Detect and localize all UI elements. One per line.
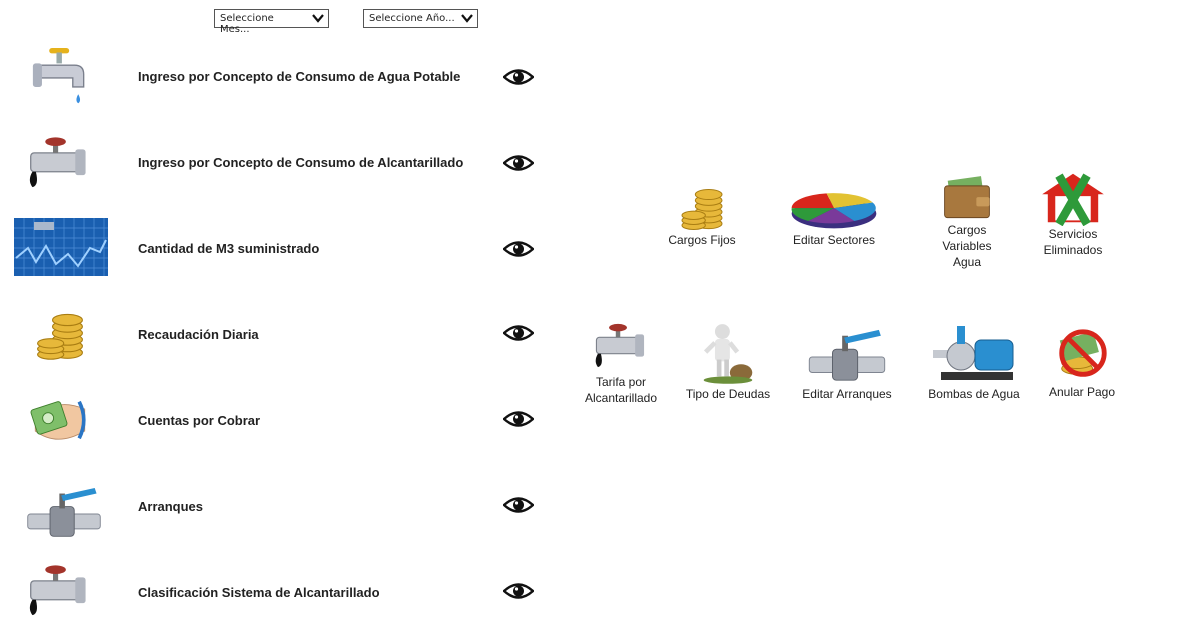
eye-icon[interactable] [503,67,534,87]
report-label: Ingreso por Concepto de Consumo de Alcan… [138,155,464,170]
report-row-clasificacion: Clasificación Sistema de Alcantarillado [0,560,560,630]
report-row-recaudacion: Recaudación Diaria [0,304,560,374]
sewer-pipe-icon [22,134,96,194]
tile-label: Tarifa por Alcantarillado [584,375,658,405]
coins-icon [32,306,88,362]
tile-anular-pago[interactable]: Anular Pago [1027,326,1137,400]
water-chart-icon [14,218,108,276]
valve-icon [24,486,104,542]
report-row-agua-potable: Ingreso por Concepto de Consumo de Agua … [0,44,560,114]
eye-icon[interactable] [503,581,534,601]
year-select-value: Seleccione Año... [369,13,455,24]
report-row-arranques: Arranques [0,476,560,546]
cancel-payment-icon [1048,326,1116,384]
tile-servicios-eliminados[interactable]: Servicios Eliminados [1018,170,1128,258]
tile-editar-arranques[interactable]: Editar Arranques [792,328,902,402]
tile-label: Editar Sectores [792,233,876,247]
chevron-down-icon [460,11,474,25]
tile-cargos-variables-agua[interactable]: Cargos Variables Agua [912,174,1022,270]
tile-label: Bombas de Agua [928,387,1020,401]
report-label: Cuentas por Cobrar [138,413,261,428]
eye-icon[interactable] [503,239,534,259]
eye-icon[interactable] [503,409,534,429]
month-select-value: Seleccione Mes... [220,13,274,35]
valve-icon [804,328,890,386]
tile-label: Editar Arranques [802,387,892,401]
tile-label: Tipo de Deudas [685,387,771,401]
report-row-alcantarillado: Ingreso por Concepto de Consumo de Alcan… [0,132,560,202]
report-label: Cantidad de M3 suministrado [138,241,320,256]
eye-icon[interactable] [503,153,534,173]
tile-tipo-deudas[interactable]: Tipo de Deudas [673,320,783,402]
year-select[interactable]: Seleccione Año... [363,9,478,28]
coins-icon [677,182,727,232]
tile-label: Cargos Variables Agua [942,223,992,269]
tile-tarifa-alcantarillado[interactable]: Tarifa por Alcantarillado [566,320,676,406]
sewer-pipe-icon [589,320,653,374]
house-x-icon [1036,170,1110,226]
eye-icon[interactable] [503,323,534,343]
person-debt-icon [700,320,756,386]
tile-bombas-agua[interactable]: Bombas de Agua [919,320,1029,402]
tile-editar-sectores[interactable]: Editar Sectores [779,186,889,248]
pie-chart-icon [786,186,882,232]
water-pump-icon [931,320,1017,386]
money-hand-icon [28,392,92,448]
eye-icon[interactable] [503,495,534,515]
water-faucet-icon [22,44,100,110]
wallet-icon [939,174,995,222]
report-label: Recaudación Diaria [138,327,259,342]
month-select[interactable]: Seleccione Mes... [214,9,329,35]
tile-cargos-fijos[interactable]: Cargos Fijos [647,182,757,248]
report-label: Arranques [138,499,204,514]
tile-label: Anular Pago [1048,385,1116,399]
chevron-down-icon [311,11,325,25]
report-row-m3: Cantidad de M3 suministrado [0,218,560,288]
report-row-cuentas: Cuentas por Cobrar [0,390,560,460]
report-label: Ingreso por Concepto de Consumo de Agua … [138,69,461,84]
tile-label: Cargos Fijos [668,233,736,247]
tile-label: Servicios Eliminados [1043,227,1103,257]
sewer-pipe-icon [22,562,96,622]
report-label: Clasificación Sistema de Alcantarillado [138,585,380,600]
